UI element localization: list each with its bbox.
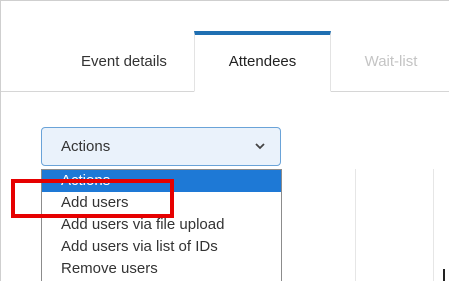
tab-bar: Event details Attendees Wait-list (1, 31, 449, 92)
dropdown-option-remove-users[interactable]: Remove users (42, 258, 281, 280)
text-cursor-mark (443, 269, 445, 281)
tab-wait-list: Wait-list (332, 31, 449, 91)
tab-label: Event details (81, 52, 167, 70)
chevron-down-icon (255, 143, 265, 150)
tab-label: Attendees (228, 53, 297, 70)
actions-select[interactable]: Actions (41, 127, 281, 166)
actions-dropdown-list: Actions Add users Add users via file upl… (41, 169, 282, 281)
event-panel: Event details Attendees Wait-list Action… (0, 0, 449, 281)
dropdown-option-add-users[interactable]: Add users (42, 192, 281, 214)
table-column-divider (433, 169, 434, 281)
dropdown-option-actions[interactable]: Actions (42, 170, 281, 192)
tab-attendees[interactable]: Attendees (194, 31, 331, 92)
table-column-divider (355, 169, 356, 281)
actions-select-value: Actions (61, 138, 111, 155)
tab-event-details[interactable]: Event details (55, 31, 193, 91)
dropdown-option-add-users-list-of-ids[interactable]: Add users via list of IDs (42, 236, 281, 258)
dropdown-option-add-users-file-upload[interactable]: Add users via file upload (42, 214, 281, 236)
tab-label: Wait-list (364, 52, 418, 70)
